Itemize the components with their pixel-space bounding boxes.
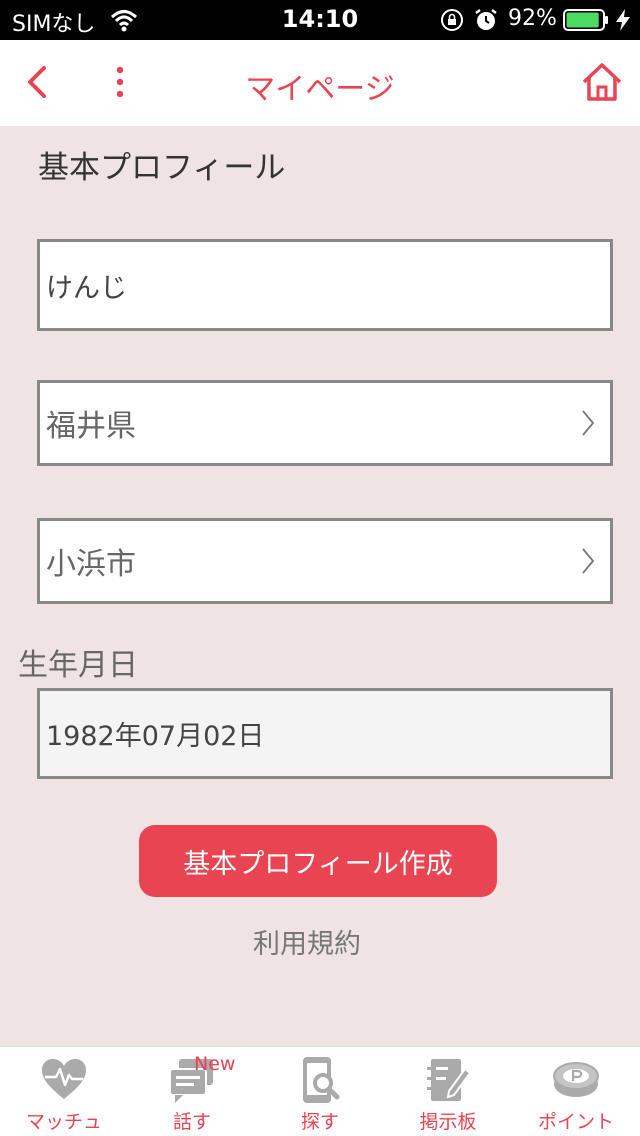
tab-board[interactable]: 掲示板 xyxy=(384,1047,512,1136)
create-profile-button[interactable]: 基本プロフィール作成 xyxy=(139,825,497,897)
prefecture-select[interactable]: 福井県 xyxy=(37,380,613,466)
tab-search-label: 探す xyxy=(300,1111,339,1133)
tab-search[interactable]: 探す xyxy=(256,1047,384,1136)
status-bar: SIMなし 14:10 92% xyxy=(0,0,640,40)
new-badge: New xyxy=(194,1053,236,1075)
phone-search-icon xyxy=(303,1057,340,1103)
city-value: 小浜市 xyxy=(46,547,136,582)
tab-points-label: ポイント xyxy=(537,1111,614,1133)
tab-talk-label: 話す xyxy=(172,1111,211,1133)
page-title: マイページ xyxy=(245,72,395,107)
rotation-lock-icon xyxy=(441,9,463,31)
alarm-icon xyxy=(475,9,497,30)
name-field[interactable]: けんじ xyxy=(37,239,613,331)
terms-link[interactable]: 利用規約 xyxy=(0,922,614,961)
tab-points[interactable]: ポイント xyxy=(512,1047,640,1136)
name-value: けんじ xyxy=(46,272,127,304)
tab-talk[interactable]: New 話す xyxy=(128,1047,256,1136)
battery-icon xyxy=(563,9,608,31)
navigation-bar: マイページ xyxy=(0,40,640,126)
battery-percent: 92% xyxy=(508,6,557,31)
tab-bar: マッチュ New 話す 探す 掲示板 ポイント xyxy=(0,1046,640,1136)
birthdate-value: 1982年07月02日 xyxy=(46,721,265,752)
prefecture-value: 福井県 xyxy=(46,409,136,444)
city-select[interactable]: 小浜市 xyxy=(37,518,613,604)
charging-bolt-icon xyxy=(616,9,630,31)
tab-match-label: マッチュ xyxy=(25,1111,102,1133)
board-edit-icon xyxy=(427,1059,472,1101)
tab-match[interactable]: マッチュ xyxy=(0,1047,128,1136)
heart-pulse-icon xyxy=(42,1059,86,1099)
tab-board-label: 掲示板 xyxy=(419,1111,477,1133)
chevron-right-icon xyxy=(582,410,595,436)
chevron-right-icon xyxy=(582,548,595,574)
birthdate-field[interactable]: 1982年07月02日 xyxy=(37,688,613,779)
section-title: 基本プロフィール xyxy=(38,150,286,186)
home-icon[interactable] xyxy=(580,60,624,104)
birthdate-label: 生年月日 xyxy=(18,648,138,683)
points-coin-icon xyxy=(553,1062,599,1097)
